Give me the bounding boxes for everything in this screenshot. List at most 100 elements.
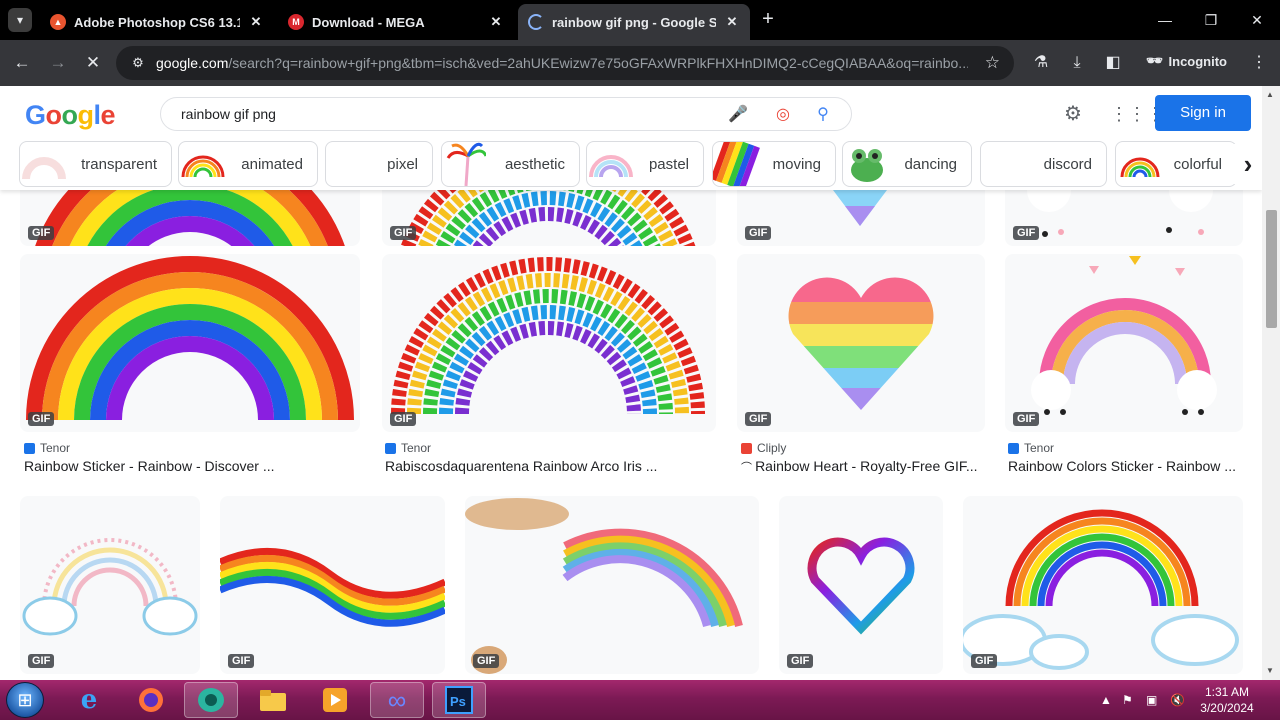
system-clock[interactable]: 1:31 AM 3/20/2024 (1196, 684, 1258, 716)
result-source[interactable]: Tenor (24, 441, 70, 455)
result-title[interactable]: ⌒ Rainbow Heart - Royalty-Free GIF... (741, 458, 981, 475)
chip-label: pixel (387, 155, 418, 173)
new-tab-button[interactable]: + (758, 8, 778, 32)
result-title[interactable]: Rainbow Colors Sticker - Rainbow ... (1008, 458, 1242, 474)
close-icon[interactable]: ✕ (488, 14, 504, 30)
mega-favicon-icon: M (288, 14, 304, 30)
chip-aesthetic[interactable]: aesthetic (441, 141, 580, 187)
file-explorer-icon[interactable] (246, 682, 300, 718)
search-icon[interactable]: ⚲ (811, 103, 835, 127)
page-content: Google rainbow gif png 🎤 ◎ ⚲ ⚙ ⋮⋮⋮ Sign … (0, 86, 1280, 680)
infinity-app-icon[interactable]: ∞ (370, 682, 424, 718)
image-result[interactable]: GIF (963, 496, 1243, 674)
image-result[interactable]: GIF (1005, 254, 1243, 432)
microphone-icon[interactable]: 🎤 (726, 103, 750, 127)
image-result[interactable]: GIF (20, 496, 200, 674)
cute-rainbow-image (1031, 256, 1217, 415)
tab-title: rainbow gif png - Google Sear (552, 14, 716, 30)
restore-button[interactable]: ❐ (1196, 8, 1226, 32)
scroll-up-arrow[interactable]: ▲ (1266, 90, 1274, 99)
action-center-flag-icon[interactable]: ⚑ (1122, 680, 1133, 720)
svg-text:Ps: Ps (450, 694, 466, 709)
gif-badge: GIF (28, 226, 55, 240)
photoshop-icon[interactable]: Ps (432, 682, 486, 718)
chip-pastel[interactable]: pastel (586, 141, 704, 187)
image-result[interactable]: GIF (737, 254, 985, 432)
chip-label: dancing (904, 155, 957, 173)
browser-toolbar: ← → ✕ ⚙ google.com/search?q=rainbow+gif+… (0, 40, 1280, 86)
apps-grid-icon[interactable]: ⋮⋮⋮ (1110, 101, 1164, 127)
chip-dancing[interactable]: dancing (842, 141, 972, 187)
chip-transparent[interactable]: transparent (19, 141, 172, 187)
chip-pixel[interactable]: pixel (325, 141, 433, 187)
incognito-icon: 🕶 (1146, 53, 1163, 68)
clock-time: 1:31 AM (1204, 685, 1250, 699)
search-box[interactable]: rainbow gif png 🎤 ◎ ⚲ (160, 97, 852, 131)
address-bar[interactable]: ⚙ google.com/search?q=rainbow+gif+png&tb… (116, 46, 1014, 80)
rainbow-image (26, 256, 354, 421)
chrome-taskbar-icon[interactable] (184, 682, 238, 718)
network-icon[interactable]: ▣ (1146, 680, 1157, 720)
show-hidden-icons-button[interactable]: ▲ (1100, 680, 1112, 720)
image-result[interactable]: GIF (20, 254, 360, 432)
result-source[interactable]: Tenor (1008, 441, 1054, 455)
media-player-icon[interactable] (308, 682, 362, 718)
tab-photoshop[interactable]: ▲ Adobe Photoshop CS6 13.1 Po ✕ (40, 4, 274, 40)
download-icon[interactable]: ⤓ (1064, 50, 1090, 76)
settings-gear-icon[interactable]: ⚙ (1060, 101, 1086, 127)
close-icon[interactable]: ✕ (248, 14, 264, 30)
back-button[interactable]: ← (9, 50, 35, 76)
internet-explorer-icon[interactable]: e (62, 682, 116, 718)
tenor-icon (1008, 442, 1019, 454)
chip-moving[interactable]: moving (712, 141, 836, 187)
stop-loading-button[interactable]: ✕ (80, 50, 106, 76)
chip-discord[interactable]: discord (980, 141, 1107, 187)
labs-flask-icon[interactable]: ⚗ (1028, 50, 1054, 76)
loading-spinner-icon (528, 14, 544, 30)
chevron-right-icon[interactable]: › (1232, 144, 1264, 184)
result-source[interactable]: Tenor (385, 441, 431, 455)
site-info-icon[interactable]: ⚙ (124, 55, 152, 71)
sign-in-button[interactable]: Sign in (1155, 95, 1251, 131)
tab-mega[interactable]: M Download - MEGA ✕ (278, 4, 514, 40)
image-result[interactable]: GIF (382, 254, 716, 432)
image-result[interactable]: GIF (779, 496, 943, 674)
scrollbar-thumb[interactable] (1266, 210, 1277, 328)
minimize-button[interactable]: — (1150, 8, 1180, 32)
lens-icon[interactable]: ◎ (771, 103, 795, 127)
forward-button[interactable]: → (45, 50, 71, 76)
close-icon[interactable]: ✕ (724, 14, 740, 30)
tab-google-search[interactable]: rainbow gif png - Google Sear ✕ (518, 4, 750, 40)
google-logo[interactable]: Google (25, 100, 116, 131)
page-scrollbar[interactable]: ▲ ▼ (1262, 86, 1280, 680)
browser-menu-icon[interactable]: ⋮ (1246, 50, 1272, 76)
clock-date: 3/20/2024 (1200, 701, 1254, 715)
tab-search-button[interactable]: ▾ (8, 8, 32, 32)
gif-badge: GIF (745, 226, 772, 240)
firefox-icon[interactable] (124, 682, 178, 718)
scroll-down-arrow[interactable]: ▼ (1266, 666, 1274, 675)
chip-label: aesthetic (504, 155, 565, 173)
side-panel-icon[interactable]: ◧ (1100, 50, 1126, 76)
gif-badge: GIF (787, 654, 814, 668)
pastel-rainbow-icon (587, 142, 635, 186)
image-result[interactable]: GIF (465, 496, 759, 674)
volume-muted-icon[interactable]: 🔇 (1170, 680, 1185, 720)
url-text[interactable]: google.com/search?q=rainbow+gif+png&tbm=… (156, 55, 968, 71)
start-button[interactable]: ⊞ (6, 682, 44, 718)
incognito-indicator[interactable]: 🕶 Incognito (1146, 53, 1227, 69)
close-window-button[interactable]: ✕ (1242, 8, 1272, 32)
search-input[interactable]: rainbow gif png (181, 106, 276, 122)
chip-label: moving (772, 155, 821, 173)
chip-animated[interactable]: animated (178, 141, 318, 187)
gif-badge: GIF (473, 654, 500, 668)
result-title[interactable]: Rabiscosdaquarentena Rainbow Arco Iris .… (385, 458, 715, 474)
result-source[interactable]: Cliply (741, 441, 786, 455)
cliply-icon (741, 442, 752, 454)
bookmark-star-icon[interactable]: ☆ (985, 53, 1000, 73)
tab-title: Download - MEGA (312, 14, 425, 30)
chip-colorful[interactable]: colorful (1115, 141, 1237, 187)
result-title[interactable]: Rainbow Sticker - Rainbow - Discover ... (24, 458, 354, 474)
rainbow-arc-icon (179, 142, 227, 186)
image-result[interactable]: GIF (220, 496, 445, 674)
